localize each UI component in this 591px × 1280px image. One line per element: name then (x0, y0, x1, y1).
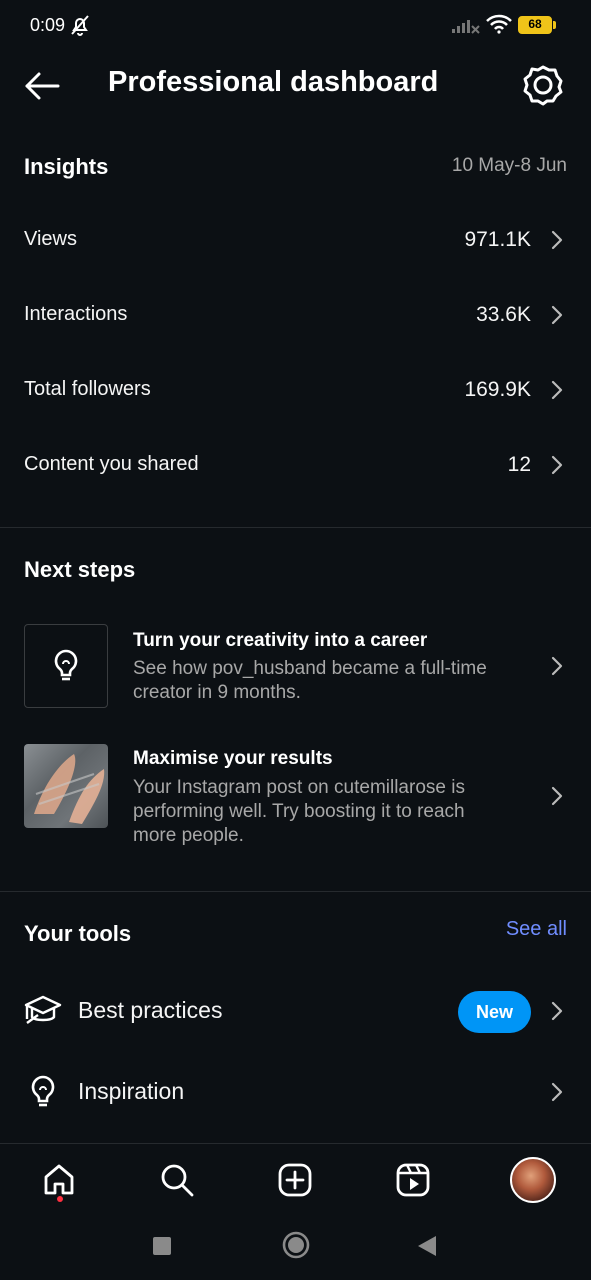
metric-row-content-shared[interactable]: Content you shared 12 (0, 435, 591, 495)
system-nav-bar (0, 1219, 591, 1280)
chevron-right-icon (551, 455, 563, 480)
post-thumbnail (24, 744, 108, 828)
new-badge: New (458, 991, 531, 1033)
metric-row-views[interactable]: Views 971.1K (0, 210, 591, 270)
status-bar: 0:09 68 (0, 0, 591, 52)
metric-label: Total followers (24, 378, 151, 400)
tool-inspiration[interactable]: Inspiration (0, 1056, 591, 1126)
back-arrow-icon[interactable] (22, 66, 62, 106)
your-tools-title: Your tools (24, 921, 132, 946)
metric-label: Views (24, 228, 77, 250)
tool-label: Best practices (78, 997, 223, 1023)
header: Professional dashboard (0, 52, 591, 118)
chevron-right-icon (551, 230, 563, 255)
lightbulb-icon (24, 624, 108, 708)
recents-square-icon[interactable] (152, 1236, 172, 1261)
tool-best-practices[interactable]: Best practices New (0, 975, 591, 1045)
metric-label: Interactions (24, 303, 128, 325)
insights-title: Insights (24, 154, 109, 179)
signal-icon (452, 16, 480, 39)
search-icon[interactable] (155, 1158, 199, 1202)
chevron-right-icon (551, 1001, 563, 1026)
metric-row-followers[interactable]: Total followers 169.9K (0, 360, 591, 420)
chevron-right-icon (551, 380, 563, 405)
profile-avatar[interactable] (510, 1157, 556, 1203)
metric-value: 971.1K (464, 228, 531, 251)
page-title: Professional dashboard (108, 66, 439, 98)
bell-off-icon (70, 14, 90, 41)
home-circle-icon[interactable] (282, 1231, 310, 1264)
notification-dot (57, 1196, 63, 1202)
status-time: 0:09 (30, 15, 66, 35)
divider (0, 891, 591, 892)
metric-value: 33.6K (476, 303, 531, 326)
battery-level: 68 (528, 17, 542, 31)
metric-label: Content you shared (24, 453, 199, 475)
metric-value: 12 (507, 453, 531, 476)
chevron-right-icon (551, 656, 563, 681)
step-title: Maximise your results (133, 748, 333, 769)
back-triangle-icon[interactable] (416, 1234, 438, 1263)
bottom-nav (0, 1143, 591, 1219)
date-range[interactable]: 10 May-8 Jun (452, 155, 567, 177)
chevron-right-icon (551, 1082, 563, 1107)
metric-row-interactions[interactable]: Interactions 33.6K (0, 285, 591, 345)
next-steps-title: Next steps (24, 557, 136, 582)
reels-icon[interactable] (391, 1158, 435, 1202)
battery-icon: 68 (518, 16, 556, 34)
chevron-right-icon (551, 305, 563, 330)
step-description: See how pov_husband became a full-time c… (133, 658, 487, 703)
next-step-maximise[interactable]: Maximise your results Your Instagram pos… (0, 744, 591, 854)
step-title: Turn your creativity into a career (133, 630, 428, 651)
next-step-creativity[interactable]: Turn your creativity into a career See h… (0, 624, 591, 714)
chevron-right-icon (551, 786, 563, 811)
settings-gear-icon[interactable] (522, 64, 564, 106)
see-all-link[interactable]: See all (506, 918, 567, 941)
divider (0, 527, 591, 528)
create-icon[interactable] (273, 1158, 317, 1202)
graduation-cap-icon (24, 993, 62, 1034)
wifi-icon (486, 14, 512, 39)
lightbulb-icon (28, 1074, 58, 1115)
metric-value: 169.9K (464, 378, 531, 401)
step-description: Your Instagram post on cutemillarose is … (133, 777, 465, 846)
tool-label: Inspiration (78, 1078, 185, 1104)
